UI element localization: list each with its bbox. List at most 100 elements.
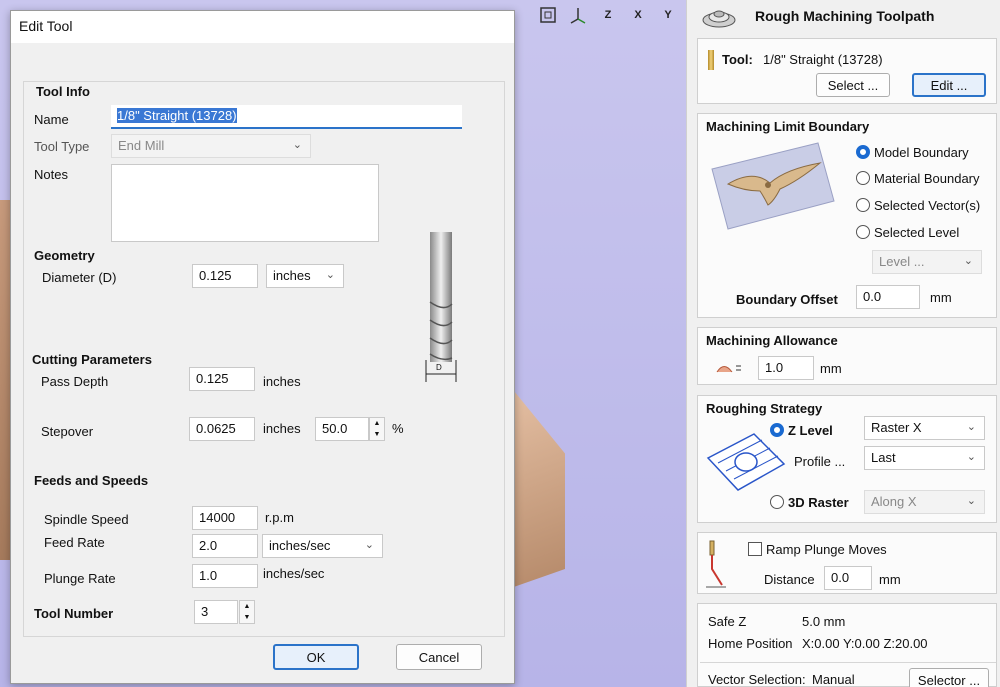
tool-number-spinner[interactable]: ▲ ▼ bbox=[239, 600, 255, 624]
profile-value: Last bbox=[871, 450, 896, 465]
model-boundary-label: Model Boundary bbox=[874, 145, 969, 160]
z-view-icon[interactable]: Z bbox=[596, 4, 620, 26]
chevron-down-icon: ⌄ bbox=[292, 139, 302, 151]
feed-rate-label: Feed Rate bbox=[44, 535, 105, 550]
model-boundary-radio[interactable]: Model Boundary bbox=[856, 145, 969, 160]
plunge-rate-value: 1.0 bbox=[199, 568, 218, 583]
tool-type-value: End Mill bbox=[118, 138, 165, 153]
iso-view-icon[interactable] bbox=[566, 4, 590, 26]
zoom-extents-icon[interactable] bbox=[536, 4, 560, 26]
plunge-rate-unit: inches/sec bbox=[263, 566, 325, 581]
feed-rate-unit-value: inches/sec bbox=[269, 538, 331, 553]
radio-icon bbox=[770, 495, 784, 509]
home-position-label: Home Position bbox=[708, 636, 793, 651]
allowance-unit: mm bbox=[820, 361, 842, 376]
stepover-percent-value: 50.0 bbox=[322, 421, 348, 436]
stepover-percent-spinner[interactable]: ▲ ▼ bbox=[369, 417, 385, 441]
level-select-value: Level ... bbox=[879, 254, 925, 269]
material-boundary-radio[interactable]: Material Boundary bbox=[856, 171, 980, 186]
cutting-params-heading: Cutting Parameters bbox=[32, 352, 152, 367]
notes-label: Notes bbox=[34, 167, 68, 182]
edit-tool-dialog: Edit Tool Tool Info Name 1/8" Straight (… bbox=[10, 10, 515, 684]
boundary-card: Machining Limit Boundary Model Boundary … bbox=[697, 113, 997, 318]
plunge-rate-input[interactable]: 1.0 bbox=[192, 564, 258, 588]
name-label: Name bbox=[34, 112, 69, 127]
y-view-icon[interactable]: Y bbox=[656, 4, 680, 26]
ramp-card: Ramp Plunge Moves Distance 0.0 mm bbox=[697, 532, 997, 594]
x-view-icon[interactable]: X bbox=[626, 4, 650, 26]
stepover-input[interactable]: 0.0625 bbox=[189, 417, 255, 441]
name-input[interactable]: 1/8" Straight (13728) bbox=[111, 105, 462, 129]
ramp-distance-value: 0.0 bbox=[831, 570, 850, 585]
allowance-card: Machining Allowance 1.0 mm bbox=[697, 327, 997, 385]
chevron-down-icon: ⌄ bbox=[963, 255, 973, 267]
notes-textarea[interactable] bbox=[111, 164, 379, 242]
z-level-value: Raster X bbox=[871, 420, 922, 435]
checkbox-icon bbox=[748, 542, 762, 556]
panel-title: Rough Machining Toolpath bbox=[755, 8, 935, 24]
level-select[interactable]: Level ... ⌄ bbox=[872, 250, 982, 274]
tool-name: 1/8" Straight (13728) bbox=[763, 52, 883, 67]
tool-number-input[interactable]: 3 bbox=[194, 600, 238, 624]
tool-type-label: Tool Type bbox=[34, 139, 90, 154]
z-level-select[interactable]: Raster X ⌄ bbox=[864, 416, 985, 440]
stepover-value: 0.0625 bbox=[196, 421, 236, 436]
ramp-distance-input[interactable]: 0.0 bbox=[824, 566, 872, 590]
allowance-title: Machining Allowance bbox=[706, 333, 838, 348]
boundary-offset-input[interactable]: 0.0 bbox=[856, 285, 920, 309]
eagle-relief-preview bbox=[708, 139, 836, 231]
safe-z-label: Safe Z bbox=[708, 614, 747, 629]
stepover-percent-input[interactable]: 50.0 bbox=[315, 417, 369, 441]
diagram-d-label: D bbox=[435, 363, 443, 372]
spindle-speed-label: Spindle Speed bbox=[44, 512, 129, 527]
allowance-input[interactable]: 1.0 bbox=[758, 356, 814, 380]
selected-vectors-radio[interactable]: Selected Vector(s) bbox=[856, 198, 980, 213]
raster-3d-select[interactable]: Along X ⌄ bbox=[864, 490, 985, 514]
ramp-icon bbox=[706, 539, 726, 589]
rough-machining-icon bbox=[701, 3, 737, 29]
diameter-input[interactable]: 0.125 bbox=[192, 264, 258, 288]
raster-3d-radio[interactable]: 3D Raster bbox=[770, 495, 849, 510]
dialog-titlebar[interactable]: Edit Tool bbox=[11, 11, 514, 43]
stepover-label: Stepover bbox=[41, 424, 94, 439]
ramp-distance-label: Distance bbox=[764, 572, 815, 587]
strategy-card: Roughing Strategy Z Level Raster X ⌄ Pro… bbox=[697, 395, 997, 523]
selected-level-radio[interactable]: Selected Level bbox=[856, 225, 959, 240]
boundary-offset-unit: mm bbox=[930, 290, 952, 305]
feed-rate-input[interactable]: 2.0 bbox=[192, 534, 258, 558]
diameter-unit-select[interactable]: inches ⌄ bbox=[266, 264, 344, 288]
tool-select-button[interactable]: Select ... bbox=[816, 73, 890, 97]
pass-depth-input[interactable]: 0.125 bbox=[189, 367, 255, 391]
pass-depth-unit: inches bbox=[263, 374, 301, 389]
boundary-offset-label: Boundary Offset bbox=[736, 292, 838, 307]
chevron-down-icon: ⌄ bbox=[325, 269, 335, 281]
z-level-radio[interactable]: Z Level bbox=[770, 423, 833, 438]
feeds-speeds-heading: Feeds and Speeds bbox=[34, 473, 149, 488]
spindle-speed-input[interactable]: 14000 bbox=[192, 506, 258, 530]
tool-edit-button[interactable]: Edit ... bbox=[912, 73, 986, 97]
safe-z-value: 5.0 mm bbox=[802, 614, 846, 629]
geometry-heading: Geometry bbox=[34, 248, 95, 263]
raster-pattern-icon bbox=[706, 430, 786, 494]
diameter-value: 0.125 bbox=[199, 268, 232, 283]
cancel-button[interactable]: Cancel bbox=[396, 644, 482, 670]
tool-type-select[interactable]: End Mill ⌄ bbox=[111, 134, 311, 158]
allowance-icon bbox=[716, 360, 742, 374]
feed-rate-unit-select[interactable]: inches/sec ⌄ bbox=[262, 534, 383, 558]
name-input-value: 1/8" Straight (13728) bbox=[117, 108, 237, 123]
selected-level-label: Selected Level bbox=[874, 225, 960, 240]
dialog-title: Edit Tool bbox=[19, 18, 73, 34]
chevron-down-icon: ⌄ bbox=[966, 421, 976, 433]
ok-button[interactable]: OK bbox=[273, 644, 359, 670]
selector-button[interactable]: Selector ... bbox=[909, 668, 989, 687]
radio-icon bbox=[856, 198, 870, 212]
chevron-down-icon: ⌄ bbox=[966, 495, 976, 507]
profile-select[interactable]: Last ⌄ bbox=[864, 446, 985, 470]
spindle-speed-unit: r.p.m bbox=[265, 510, 294, 525]
view-toolbar: Z X Y bbox=[536, 4, 680, 26]
ramp-distance-unit: mm bbox=[879, 572, 901, 587]
dialog-body: Tool Info Name 1/8" Straight (13728) Too… bbox=[23, 81, 505, 637]
ramp-plunge-checkbox[interactable]: Ramp Plunge Moves bbox=[748, 542, 887, 557]
selected-vectors-label: Selected Vector(s) bbox=[874, 198, 981, 213]
ramp-plunge-label: Ramp Plunge Moves bbox=[766, 542, 887, 557]
